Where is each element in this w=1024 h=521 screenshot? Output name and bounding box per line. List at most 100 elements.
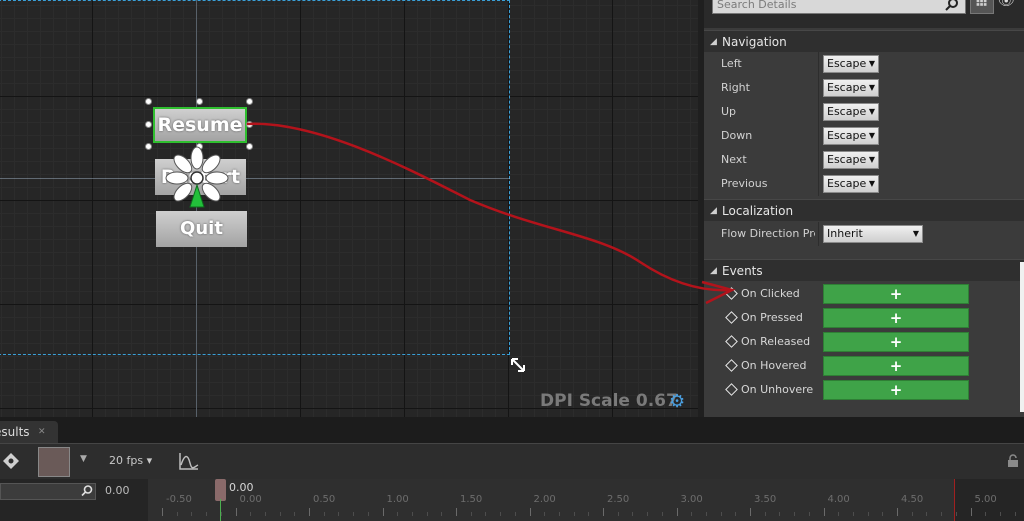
- timeline-tick-label: 0.00: [239, 494, 262, 505]
- event-diamond-icon: [725, 311, 738, 324]
- timeline-minor-tick: [323, 512, 325, 516]
- selection-handle[interactable]: [246, 121, 253, 128]
- column-divider[interactable]: [818, 100, 819, 124]
- timeline-minor-tick: [426, 512, 428, 516]
- track-row: 0.00 -0.50 0.00 0.50 1.00 1.50 2.00 2.50 3.00 3.…: [0, 479, 1024, 521]
- timeline-minor-tick: [353, 512, 355, 516]
- horizontal-guide: [0, 178, 510, 179]
- section-title: Navigation: [722, 35, 787, 49]
- nav-row-left: Left Escape ▼: [704, 52, 1024, 76]
- event-diamond-icon: [725, 383, 738, 396]
- curve-editor-icon[interactable]: [178, 451, 200, 471]
- timeline-tick-label: 2.50: [607, 494, 630, 505]
- timeline-minor-tick: [544, 512, 546, 516]
- details-scrollbar[interactable]: [1020, 262, 1024, 412]
- column-divider[interactable]: [818, 222, 819, 246]
- timeline-major-tick: [603, 508, 604, 516]
- collapse-triangle-icon: ◢: [710, 37, 717, 47]
- nav-previous-combo[interactable]: Escape ▼: [823, 175, 879, 193]
- selection-handle[interactable]: [246, 143, 253, 150]
- nav-up-combo[interactable]: Escape ▼: [823, 103, 879, 121]
- on-hovered-add-button[interactable]: +: [823, 356, 969, 376]
- nav-left-combo[interactable]: Escape ▼: [823, 55, 879, 73]
- close-tab-icon[interactable]: ✕: [38, 421, 46, 443]
- current-time-value[interactable]: 0.00: [105, 484, 130, 497]
- column-divider[interactable]: [818, 172, 819, 196]
- timeline-major-tick: [382, 508, 384, 516]
- event-row-on-pressed: On Pressed +: [704, 306, 1024, 330]
- timeline-major-tick: [162, 508, 163, 516]
- timeline-major-tick: [970, 508, 972, 516]
- event-label: On Pressed: [741, 311, 803, 324]
- timeline-minor-tick: [764, 512, 766, 516]
- on-released-add-button[interactable]: +: [823, 332, 969, 352]
- timeline-minor-tick: [191, 512, 193, 516]
- color-swatch[interactable]: [38, 447, 70, 477]
- anchor-flower-icon[interactable]: [162, 145, 232, 215]
- on-unhovered-add-button[interactable]: +: [823, 380, 969, 400]
- selection-handle[interactable]: [196, 98, 203, 105]
- timeline-tick-label: 0.50: [313, 494, 336, 505]
- nav-down-combo[interactable]: Escape ▼: [823, 127, 879, 145]
- timeline-minor-tick: [911, 512, 913, 516]
- prop-label: Down: [721, 129, 753, 142]
- column-divider[interactable]: [818, 76, 819, 100]
- selection-handle[interactable]: [246, 98, 253, 105]
- event-diamond-icon: [725, 335, 738, 348]
- selection-handle[interactable]: [145, 143, 152, 150]
- nav-row-next: Next Escape ▼: [704, 148, 1024, 172]
- flow-direction-combo[interactable]: Inherit ▼: [823, 225, 923, 243]
- playhead-handle[interactable]: [215, 479, 226, 501]
- prop-label: Flow Direction Pre: [721, 227, 815, 240]
- selection-handle[interactable]: [145, 98, 152, 105]
- event-label: On Hovered: [741, 359, 807, 372]
- timeline-minor-tick: [882, 512, 884, 516]
- localization-section-header[interactable]: ◢ Localization: [704, 199, 1024, 221]
- nav-next-combo[interactable]: Escape ▼: [823, 151, 879, 169]
- resize-handle-icon[interactable]: [508, 355, 528, 375]
- dropdown-arrow-icon: ▼: [868, 131, 875, 140]
- flow-direction-row: Flow Direction Pre Inherit ▼: [704, 222, 1024, 246]
- column-divider[interactable]: [818, 52, 819, 76]
- timeline-major-tick: [456, 508, 457, 516]
- timeline-minor-tick: [691, 512, 693, 516]
- fps-dropdown[interactable]: 20 fps ▾: [109, 454, 152, 467]
- resume-button[interactable]: Resume: [153, 107, 247, 143]
- timeline-minor-tick: [999, 512, 1001, 516]
- nav-row-down: Down Escape ▼: [704, 124, 1024, 148]
- quit-button[interactable]: Quit: [156, 211, 247, 247]
- search-details-input[interactable]: Search Details: [712, 0, 966, 14]
- on-pressed-add-button[interactable]: +: [823, 308, 969, 328]
- selection-handle[interactable]: [145, 121, 152, 128]
- column-divider[interactable]: [818, 124, 819, 148]
- timeline-major-tick: [750, 508, 751, 516]
- dropdown-arrow-icon: ▼: [868, 155, 875, 164]
- timeline-minor-tick: [617, 512, 619, 516]
- prop-label: Next: [721, 153, 747, 166]
- nav-right-combo[interactable]: Escape ▼: [823, 79, 879, 97]
- dpi-scale-label: DPI Scale 0.67: [540, 391, 678, 411]
- event-row-on-unhovered: On Unhovered +: [704, 378, 1024, 402]
- dpi-settings-gear-icon[interactable]: ⚙: [669, 393, 689, 413]
- timeline-tick-label: -0.50: [166, 494, 192, 505]
- timeline-ruler[interactable]: -0.50 0.00 0.50 1.00 1.50 2.00 2.50 3.00 3.50 4.0…: [148, 479, 1024, 521]
- add-key-icon[interactable]: [0, 450, 26, 472]
- results-tab[interactable]: esults ✕: [0, 421, 58, 443]
- navigation-section-header[interactable]: ◢ Navigation: [704, 30, 1024, 52]
- events-section-header[interactable]: ◢ Events: [704, 259, 1024, 281]
- view-options-eye-icon[interactable]: 👁: [998, 0, 1024, 14]
- timeline-major-tick: [529, 508, 531, 516]
- property-matrix-icon[interactable]: [970, 0, 994, 14]
- timeline-minor-tick: [705, 512, 707, 516]
- timeline-minor-tick: [985, 512, 987, 516]
- timeline-minor-tick: [867, 512, 869, 516]
- timeline-minor-tick: [588, 512, 590, 516]
- designer-canvas[interactable]: Restart Quit Resume DPI Scale 0.67 ⚙: [0, 0, 698, 417]
- timeline-minor-tick: [411, 512, 413, 516]
- chevron-down-icon[interactable]: ▼: [80, 454, 87, 464]
- timeline-minor-tick: [500, 512, 502, 516]
- lock-icon[interactable]: [1006, 454, 1020, 468]
- on-clicked-add-button[interactable]: +: [823, 284, 969, 304]
- column-divider[interactable]: [818, 148, 819, 172]
- event-label: On Unhovered: [741, 383, 813, 396]
